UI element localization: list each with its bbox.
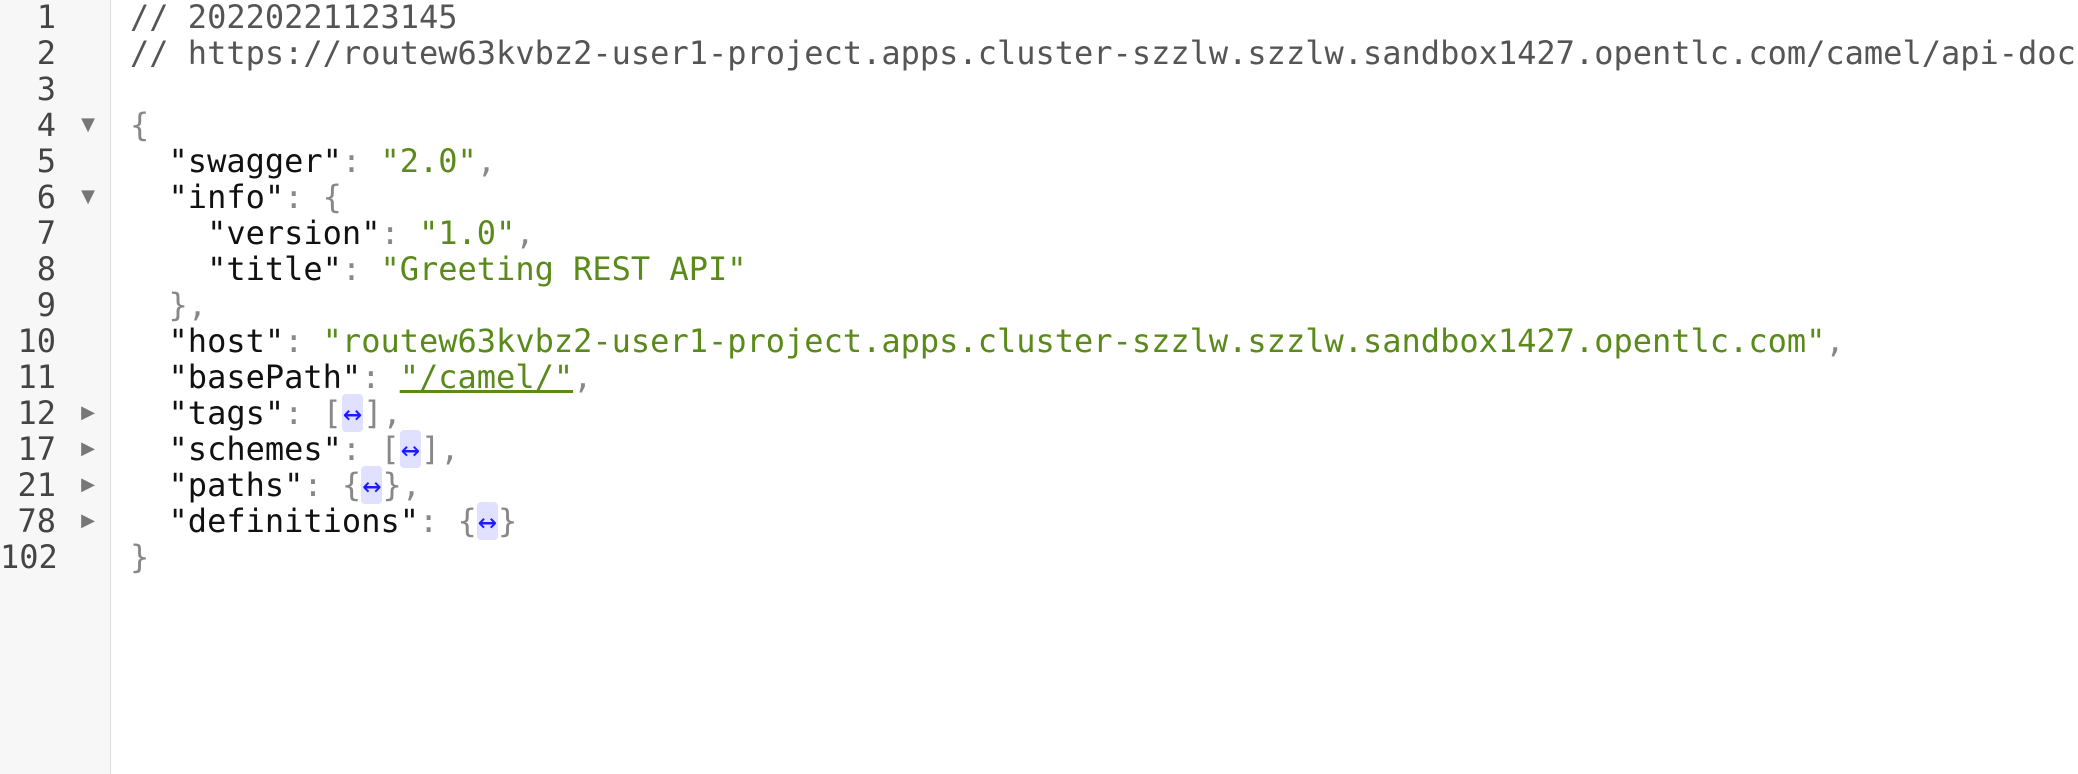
code-line: 102 } [0, 533, 2078, 581]
line-number: 102 [0, 538, 58, 576]
brace-close: } [130, 538, 150, 576]
line-content: } [130, 533, 149, 581]
json-viewer: 1 // 20220221123145 2 // https://routew6… [0, 0, 2078, 774]
